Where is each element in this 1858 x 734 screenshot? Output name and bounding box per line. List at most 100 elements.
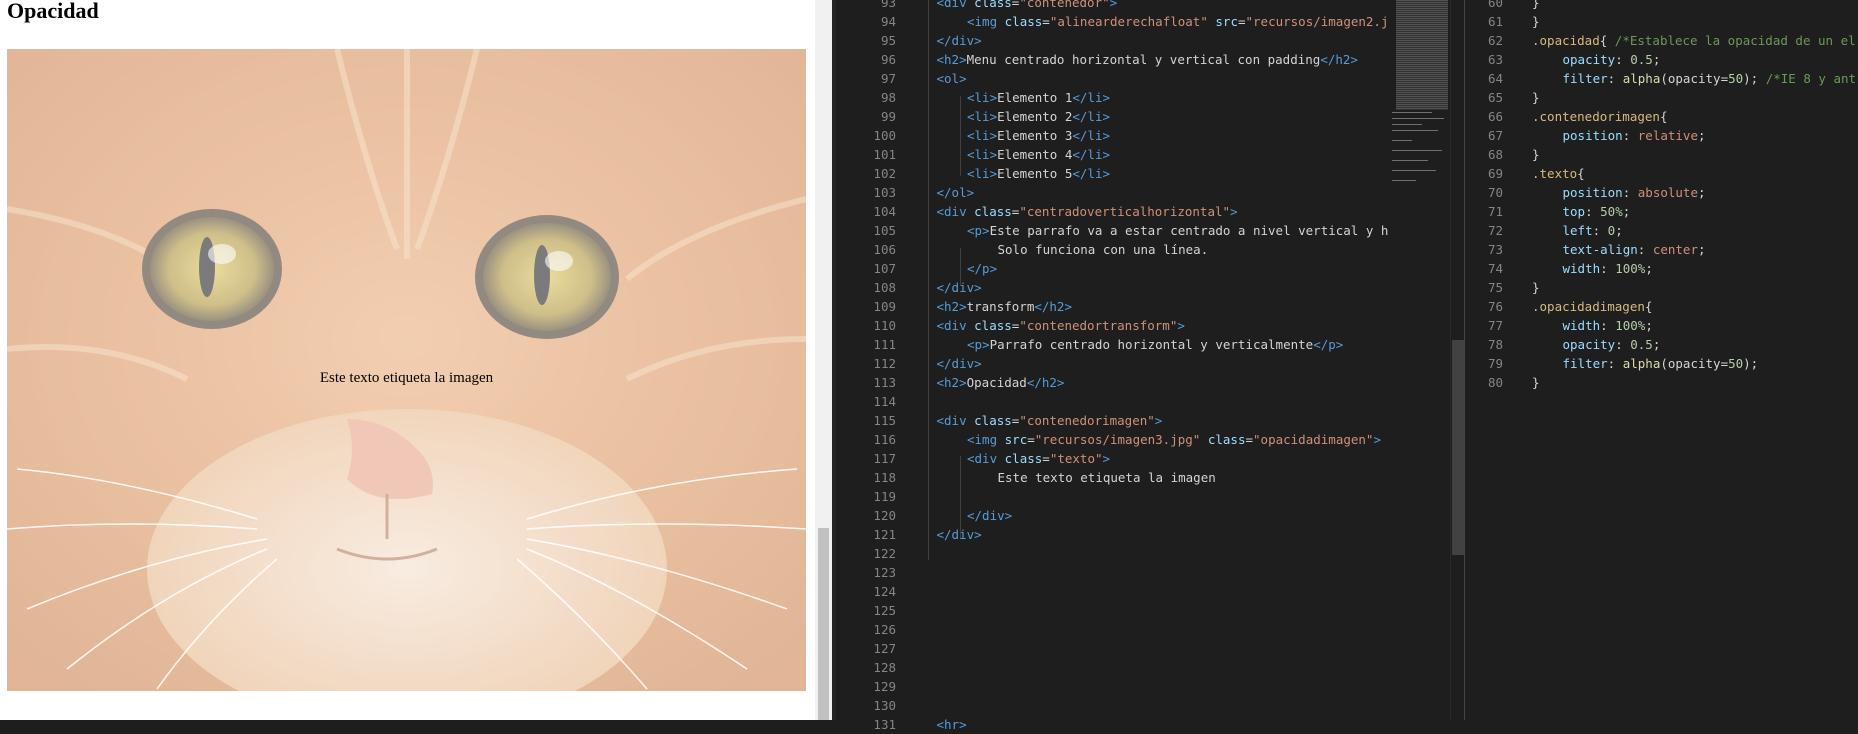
minimap-line bbox=[1392, 180, 1416, 181]
code-line[interactable]: 94 <img class="alinearderechafloat" src="… bbox=[836, 12, 1389, 31]
code-line[interactable]: 102 <li>Elemento 5</li> bbox=[836, 164, 1388, 183]
line-number: 120 bbox=[873, 508, 896, 523]
code-line[interactable]: 77 width: 100%; bbox=[1465, 316, 1858, 335]
code-line[interactable]: 96 <h2>Menu centrado horizontal y vertica… bbox=[836, 50, 1388, 69]
code-token: Parrafo centrado horizontal y verticalme… bbox=[989, 337, 1314, 352]
code-line[interactable]: 69 .texto{ bbox=[1465, 164, 1858, 183]
line-number: 105 bbox=[873, 223, 896, 238]
code-token: ); bbox=[1743, 71, 1766, 86]
code-line[interactable]: 73 text-align: center; bbox=[1465, 240, 1858, 259]
code-text: text-align: center; bbox=[1563, 240, 1706, 259]
minimap-line bbox=[1392, 112, 1432, 113]
code-line[interactable]: 97 <ol> bbox=[836, 69, 1388, 88]
code-line[interactable]: 112 </div> bbox=[836, 354, 1388, 373]
editor-scrollbar[interactable] bbox=[1450, 0, 1465, 720]
code-line[interactable]: 120 </div> bbox=[836, 506, 1388, 525]
code-line[interactable]: 61} bbox=[1465, 12, 1858, 31]
code-line[interactable]: 123 bbox=[836, 563, 1388, 582]
code-line[interactable]: 131 <hr> bbox=[836, 715, 1388, 734]
code-line[interactable]: 103 </ol> bbox=[836, 183, 1388, 202]
code-line[interactable]: 122 bbox=[836, 544, 1388, 563]
code-line[interactable]: 111 <p>Parrafo centrado horizontal y vert… bbox=[836, 335, 1388, 354]
code-line[interactable]: 99 <li>Elemento 2</li> bbox=[836, 107, 1388, 126]
code-line[interactable]: 68} bbox=[1465, 145, 1858, 164]
code-line[interactable]: 72 left: 0; bbox=[1465, 221, 1858, 240]
code-line[interactable]: 126 bbox=[836, 620, 1388, 639]
line-number: 64 bbox=[1487, 71, 1503, 86]
code-token: : bbox=[1615, 52, 1631, 67]
code-text: <p>Este parrafo va a estar centrado a ni… bbox=[967, 221, 1388, 240]
code-line[interactable]: 93 <div class="contenedor"> bbox=[836, 0, 1388, 12]
css-editor[interactable]: 60} 61} 62 .opacidad{ /*Establece la opacid… bbox=[1465, 0, 1858, 720]
line-number: 97 bbox=[880, 71, 896, 86]
line-number: 80 bbox=[1487, 375, 1503, 390]
code-text: } bbox=[1532, 88, 1540, 107]
code-line[interactable]: 121</div> bbox=[836, 525, 1388, 544]
code-line[interactable]: 74 width: 100%; bbox=[1465, 259, 1858, 278]
code-line[interactable]: 66 .contenedorimagen{ bbox=[1465, 107, 1858, 126]
code-line[interactable]: 109 <h2>transform</h2> bbox=[836, 297, 1388, 316]
code-line[interactable]: 76 .opacidadimagen{ bbox=[1465, 297, 1858, 316]
code-token: > bbox=[1373, 432, 1381, 447]
code-line[interactable]: 107 </p> bbox=[836, 259, 1388, 278]
code-line[interactable]: 117 <div class="texto"> bbox=[836, 449, 1388, 468]
code-line[interactable]: 128 bbox=[836, 658, 1388, 677]
code-line[interactable]: 100 <li>Elemento 3</li> bbox=[836, 126, 1388, 145]
code-line[interactable]: 71 top: 50%; bbox=[1465, 202, 1858, 221]
code-line[interactable]: 130 bbox=[836, 696, 1388, 715]
code-line[interactable]: 67 position: relative; bbox=[1465, 126, 1858, 145]
code-line[interactable]: 105 <p>Este parrafo va a estar centrado a… bbox=[836, 221, 1388, 240]
html-editor[interactable]: 93 <div class="contenedor"> 94 <img class="… bbox=[836, 0, 1389, 732]
code-text: .texto{ bbox=[1532, 164, 1585, 183]
code-line[interactable]: 129 bbox=[836, 677, 1388, 696]
code-text: opacity: 0.5; bbox=[1563, 335, 1661, 354]
code-line[interactable]: 108 </div> bbox=[836, 278, 1388, 297]
code-token: class bbox=[1207, 432, 1246, 447]
code-line[interactable]: 60} bbox=[1465, 0, 1858, 12]
code-token: > bbox=[1154, 413, 1163, 428]
code-token: (opacity= bbox=[1660, 71, 1729, 86]
code-line[interactable]: 63 opacity: 0.5; bbox=[1465, 50, 1858, 69]
minimap-viewport[interactable] bbox=[1396, 0, 1448, 110]
code-line[interactable]: 110 <div class="contenedortransform"> bbox=[836, 316, 1388, 335]
code-line[interactable]: 119 bbox=[836, 487, 1388, 506]
code-token: { bbox=[1577, 166, 1585, 181]
code-line[interactable]: 62 .opacidad{ /*Establece la opacidad de … bbox=[1465, 31, 1858, 50]
code-line[interactable]: 79 filter: alpha(opacity=50); bbox=[1465, 354, 1858, 373]
code-token: .opacidad bbox=[1532, 33, 1600, 48]
code-line[interactable]: 118 Este texto etiqueta la imagen bbox=[836, 468, 1388, 487]
code-line[interactable]: 101 <li>Elemento 4</li> bbox=[836, 145, 1388, 164]
code-line[interactable]: 78 opacity: 0.5; bbox=[1465, 335, 1858, 354]
browser-scrollbar[interactable] bbox=[815, 0, 832, 720]
code-line[interactable]: 70 position: absolute; bbox=[1465, 183, 1858, 202]
browser-scrollbar-thumb[interactable] bbox=[818, 528, 829, 720]
code-token: } bbox=[1532, 375, 1540, 390]
code-line[interactable]: 64 filter: alpha(opacity=50); /*IE 8 y an… bbox=[1465, 69, 1858, 88]
code-line[interactable]: 98 <li>Elemento 1</li> bbox=[836, 88, 1388, 107]
code-line[interactable]: 106 Solo funciona con una línea. bbox=[836, 240, 1388, 259]
code-token: </li> bbox=[1072, 90, 1111, 105]
code-line[interactable]: 116 <img src="recursos/imagen3.jpg" class… bbox=[836, 430, 1388, 449]
code-line[interactable]: 75} bbox=[1465, 278, 1858, 297]
code-token: <img bbox=[967, 432, 1005, 447]
code-line[interactable]: 125 bbox=[836, 601, 1388, 620]
editor-scrollbar-thumb[interactable] bbox=[1452, 340, 1464, 555]
code-line[interactable]: 115 <div class="contenedorimagen"> bbox=[836, 411, 1388, 430]
code-line[interactable]: 80} bbox=[1465, 373, 1858, 392]
line-number: 124 bbox=[873, 584, 896, 599]
minimap[interactable] bbox=[1388, 0, 1452, 720]
code-line[interactable]: 104 <div class="centradoverticalhorizonta… bbox=[836, 202, 1388, 221]
code-token: = bbox=[1042, 451, 1050, 466]
code-token: alpha bbox=[1622, 356, 1661, 371]
line-number: 74 bbox=[1487, 261, 1503, 276]
code-text: } bbox=[1532, 373, 1540, 392]
code-line[interactable]: 124 bbox=[836, 582, 1388, 601]
code-line[interactable]: 127 bbox=[836, 639, 1388, 658]
code-token: <div bbox=[967, 451, 1005, 466]
code-line[interactable]: 65} bbox=[1465, 88, 1858, 107]
code-line[interactable]: 113 <h2>Opacidad</h2> bbox=[836, 373, 1388, 392]
code-line[interactable]: 114 bbox=[836, 392, 1388, 411]
line-number: 78 bbox=[1487, 337, 1503, 352]
code-line[interactable]: 95 </div> bbox=[836, 31, 1388, 50]
code-token: Este parrafo va a estar centrado a nivel… bbox=[989, 223, 1389, 238]
